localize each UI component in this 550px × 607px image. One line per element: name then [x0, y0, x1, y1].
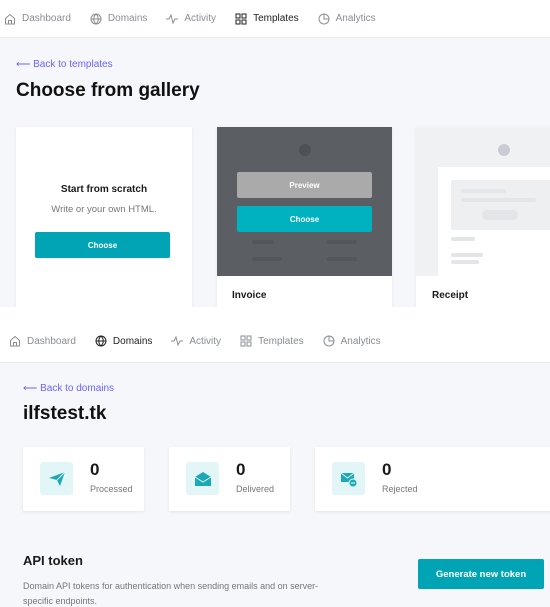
avatar-placeholder	[498, 144, 510, 156]
receipt-thumbnail	[416, 127, 550, 276]
activity-icon	[166, 13, 179, 24]
nav-dashboard[interactable]: Dashboard	[4, 13, 71, 25]
invoice-thumbnail	[217, 127, 392, 276]
nav-analytics[interactable]: Analytics	[318, 13, 376, 25]
top-nav: Dashboard Domains Activity Templates Ana…	[0, 0, 550, 38]
receipt-title: Receipt	[432, 290, 469, 301]
bar	[461, 189, 506, 193]
domain-panel: Dashboard Domains Activity Templates Ana…	[0, 307, 550, 607]
pie-icon	[318, 13, 330, 24]
nav-domains[interactable]: Domains	[90, 13, 147, 25]
open-envelope-icon	[186, 462, 219, 495]
home-icon	[10, 335, 20, 347]
api-token-heading: API token	[23, 553, 83, 568]
grid-icon	[240, 335, 252, 347]
stat-value: 0	[382, 460, 392, 479]
bar	[252, 240, 274, 244]
pie-icon	[323, 335, 335, 347]
invoice-preview-button[interactable]: Preview	[237, 172, 372, 198]
bar	[327, 240, 357, 244]
grid-icon	[235, 13, 247, 24]
receipt-block	[451, 180, 550, 230]
activity-icon	[171, 335, 184, 347]
stat-label: Delivered	[236, 484, 275, 494]
stat-delivered: 0 Delivered	[169, 447, 290, 511]
avatar-placeholder	[299, 144, 311, 156]
bar	[451, 237, 475, 241]
templates-panel: Dashboard Domains Activity Templates Ana…	[0, 0, 550, 307]
bar	[451, 260, 479, 264]
stat-rejected: 0 Rejected	[315, 447, 550, 511]
back-to-templates-link[interactable]: ⟵ Back to templates	[16, 59, 113, 70]
bar	[451, 253, 483, 257]
scratch-title: Start from scratch	[60, 184, 148, 195]
back-to-domains-link[interactable]: ⟵ Back to domains	[23, 383, 114, 394]
scratch-subtitle: Write or your own HTML.	[51, 204, 157, 215]
bar	[461, 198, 536, 202]
domain-title: ilfstest.tk	[23, 403, 107, 424]
nav-dashboard[interactable]: Dashboard	[9, 335, 76, 347]
home-icon	[5, 13, 15, 24]
scratch-card: Start from scratch Write or your own HTM…	[16, 127, 192, 307]
nav-activity[interactable]: Activity	[166, 13, 216, 25]
globe-icon	[90, 13, 102, 24]
nav-templates[interactable]: Templates	[235, 13, 299, 25]
receipt-card[interactable]: Receipt	[416, 127, 550, 307]
page-title: Choose from gallery	[16, 80, 200, 101]
paper-plane-icon	[40, 462, 73, 495]
nav-domains[interactable]: Domains	[95, 335, 152, 347]
generate-token-button[interactable]: Generate new token	[418, 559, 544, 589]
bar	[252, 257, 282, 261]
scratch-choose-button[interactable]: Choose	[35, 232, 170, 258]
invoice-card[interactable]: Preview Choose Invoice	[217, 127, 392, 307]
stat-value: 0	[90, 460, 100, 479]
stat-processed: 0 Processed	[23, 447, 144, 511]
nav-analytics[interactable]: Analytics	[323, 335, 381, 347]
nav-activity[interactable]: Activity	[171, 335, 221, 347]
stat-label: Rejected	[382, 484, 418, 494]
invoice-title: Invoice	[232, 290, 267, 301]
mail-minus-icon	[332, 462, 365, 495]
api-token-description: Domain API tokens for authentication whe…	[23, 581, 319, 606]
stat-label: Processed	[90, 484, 133, 494]
bottom-nav: Dashboard Domains Activity Templates Ana…	[0, 307, 550, 363]
receipt-body	[438, 167, 550, 276]
invoice-choose-button[interactable]: Choose	[237, 206, 372, 232]
bar	[327, 257, 357, 261]
globe-icon	[95, 335, 107, 347]
stat-value: 0	[236, 460, 246, 479]
bar	[482, 210, 518, 220]
nav-templates[interactable]: Templates	[240, 335, 304, 347]
